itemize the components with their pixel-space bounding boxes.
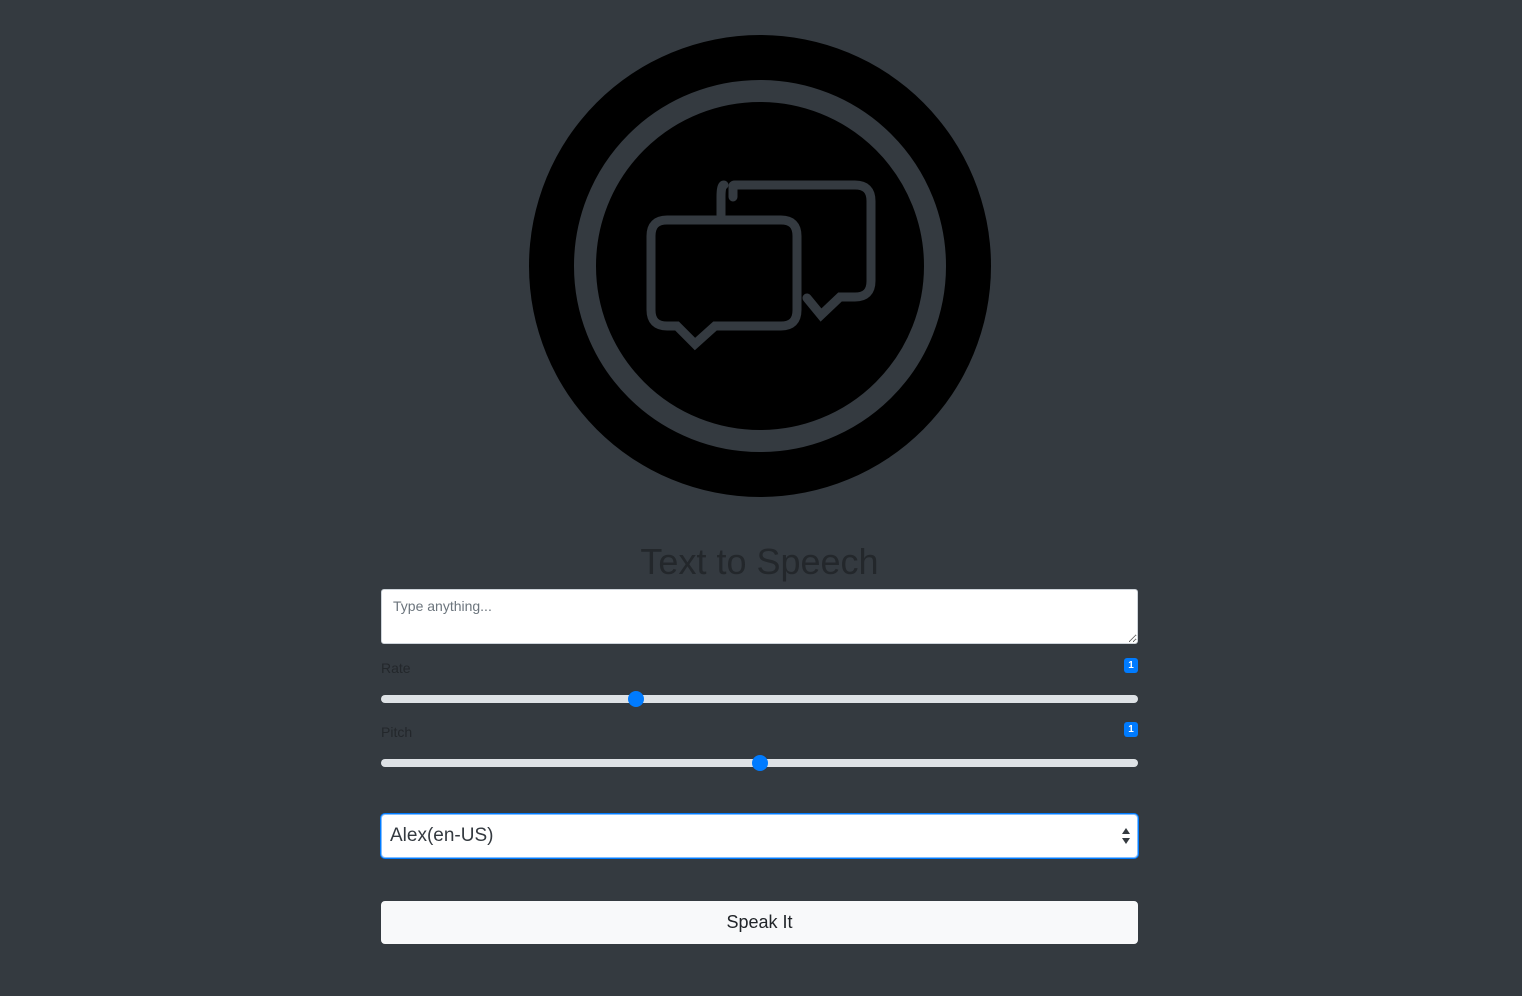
voice-select-value: Alex(en-US) xyxy=(390,825,494,846)
select-arrows-icon xyxy=(1122,828,1130,844)
pitch-slider-thumb[interactable] xyxy=(751,755,768,771)
pitch-label: Pitch xyxy=(381,724,413,740)
speech-bubbles-icon xyxy=(529,35,991,497)
text-to-speech-page: Text to Speech Rate 1 Pitch 1 Alex(en-US… xyxy=(0,0,1522,996)
pitch-slider[interactable] xyxy=(381,755,1138,771)
rate-value-badge: 1 xyxy=(1124,658,1138,673)
voice-select[interactable]: Alex(en-US) xyxy=(381,814,1138,858)
rate-slider[interactable] xyxy=(381,691,1138,707)
rate-slider-thumb[interactable] xyxy=(628,691,644,707)
rate-slider-track[interactable] xyxy=(381,695,1138,703)
pitch-value-badge: 1 xyxy=(1124,722,1138,737)
page-title: Text to Speech xyxy=(640,541,879,582)
speak-button[interactable]: Speak It xyxy=(381,901,1138,944)
text-input[interactable] xyxy=(381,589,1138,644)
rate-label: Rate xyxy=(381,660,411,676)
